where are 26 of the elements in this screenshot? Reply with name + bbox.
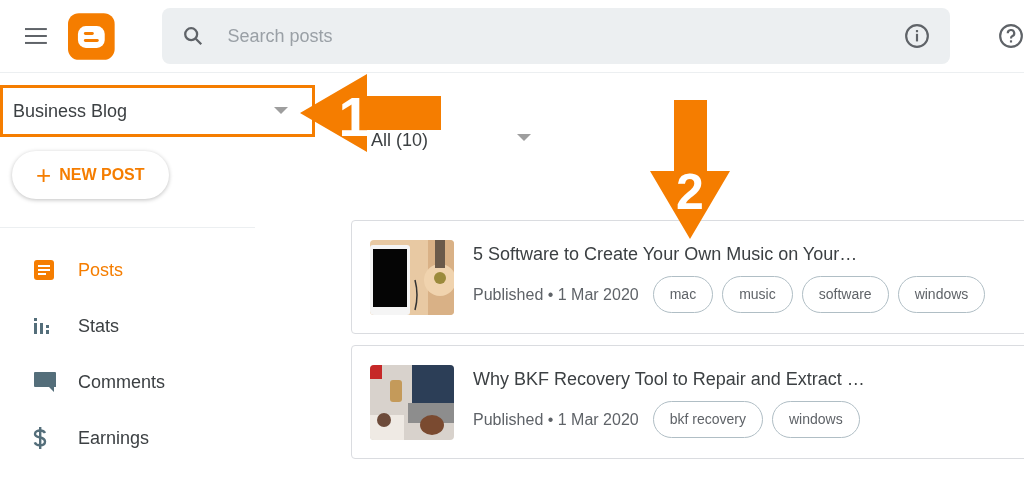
bar-chart-icon (33, 317, 51, 335)
dollar-icon (33, 427, 47, 449)
dropdown-caret-icon (517, 134, 531, 142)
post-card[interactable]: 5 Software to Create Your Own Music on Your… Published • 1 Mar 2020 mac music software windows (351, 220, 1024, 334)
info-icon[interactable] (904, 23, 930, 49)
post-status: Published • 1 Mar 2020 (473, 284, 639, 305)
search-input[interactable]: Search posts (227, 22, 904, 50)
dropdown-caret-icon (274, 107, 288, 115)
nav-item[interactable]: Stats (0, 298, 255, 354)
nav-item[interactable]: Comments (0, 354, 255, 410)
menu-icon[interactable] (25, 28, 47, 44)
search-field[interactable]: Search posts (161, 8, 950, 64)
comment-icon (33, 371, 57, 393)
blog-name: Business Blog (13, 99, 129, 123)
post-status: Published • 1 Mar 2020 (473, 409, 639, 430)
blog-selector[interactable]: Business Blog (0, 85, 315, 137)
down-arrow-annotation: 2 (650, 100, 730, 239)
filter-dropdown-value[interactable]: All (10) (371, 126, 517, 154)
post-card[interactable]: Why BKF Recovery Tool to Repair and Extract … Published • 1 Mar 2020 bkf recovery windows (351, 345, 1024, 459)
post-title: Why BKF Recovery Tool to Repair and Extract … (473, 368, 865, 391)
post-title: 5 Software to Create Your Own Music on Your… (473, 243, 859, 266)
search-icon (181, 25, 204, 47)
help-icon[interactable] (998, 23, 1024, 49)
nav-item[interactable]: Earnings (0, 410, 255, 466)
logo-icon[interactable] (67, 12, 115, 60)
document-icon (33, 259, 55, 281)
